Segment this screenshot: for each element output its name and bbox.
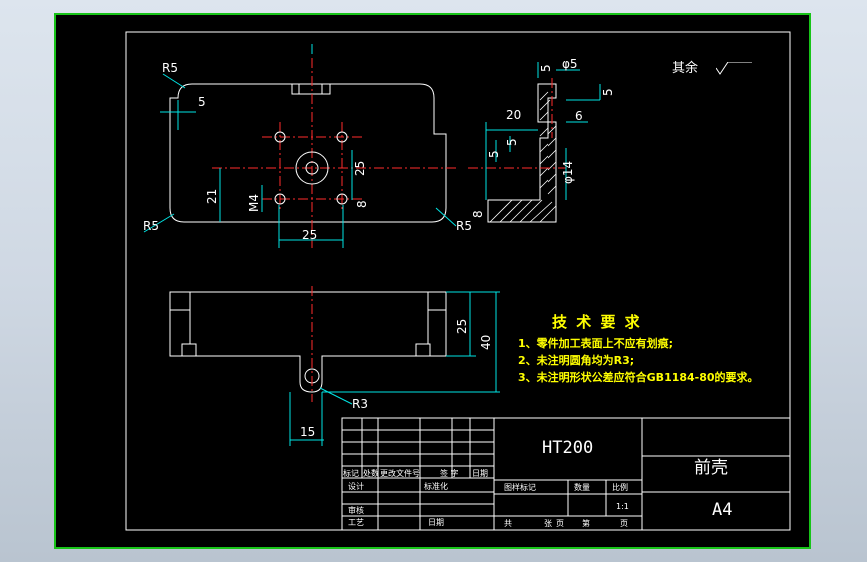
tb-page-b: 第 [582,519,590,528]
tb-count: 处数 [363,469,379,478]
tb-review: 审核 [348,506,364,515]
tb-weight: 数量 [574,483,590,492]
tech-requirements-heading: 技 术 要 求 [552,313,642,331]
dim-side-6: 6 [575,109,583,123]
tb-scale-value: 1:1 [616,502,629,511]
dim-25-horizontal: 25 [302,228,318,242]
dim-25-vertical: 25 [353,160,367,176]
tb-mark: 标记 [343,469,359,478]
dim-front-15: 15 [300,425,316,439]
dim-front-40: 40 [479,334,493,350]
tb-date-2: 日期 [428,518,444,527]
dim-side-5-b: 5 [505,138,519,146]
tb-sign: 签 字 [440,469,459,478]
dim-front-r3: R3 [352,397,368,411]
dim-r5-bottom-left: R5 [143,219,159,233]
dim-side-5-right: 5 [601,88,615,96]
tb-design: 设计 [348,482,364,491]
paper-size: A4 [712,500,733,520]
dim-r5-top-left: R5 [162,61,178,75]
tb-scale-label: 比例 [612,483,628,492]
dim-side-20: 20 [506,108,522,122]
tb-change-doc: 更改文件号 [380,469,420,478]
dim-side-5-top: 5 [539,64,553,72]
drawing-title: 前壳 [694,458,728,478]
tb-page-a: 页 [556,519,564,528]
dim-side-phi5: φ5 [562,57,578,71]
dim-m4-vertical: M4 [247,194,261,212]
dim-side-phi14: φ14 [561,160,575,184]
tech-requirement-2: 2、未注明圆角均为R3; [518,354,635,367]
dim-21-vertical: 21 [205,188,219,204]
dim-side-5-a: 5 [487,150,501,158]
dim-side-8: 8 [471,210,485,218]
dim-r5-bottom-right: R5 [456,219,472,233]
text-layer: .lbl{position:absolute;color:#fff;font-f… [0,0,867,562]
tb-sheets: 张 [544,519,552,528]
roughness-icon [716,62,752,76]
tech-requirement-3: 3、未注明形状公差应符合GB1184-80的要求。 [518,371,759,384]
dim-5-top-left: 5 [198,95,206,109]
tb-date: 日期 [472,469,488,478]
tb-page-c: 页 [620,519,628,528]
tb-standardize: 标准化 [424,482,448,491]
material-label: HT200 [542,438,594,458]
tb-process: 工艺 [348,518,364,527]
tb-stage-mark: 图样标记 [504,483,536,492]
tb-total: 共 [504,519,512,528]
dim-front-25: 25 [455,318,469,334]
tech-requirement-1: 1、零件加工表面上不应有划痕; [518,337,674,350]
surface-note: 其余 [672,61,699,76]
dim-8-vertical: 8 [355,200,369,208]
